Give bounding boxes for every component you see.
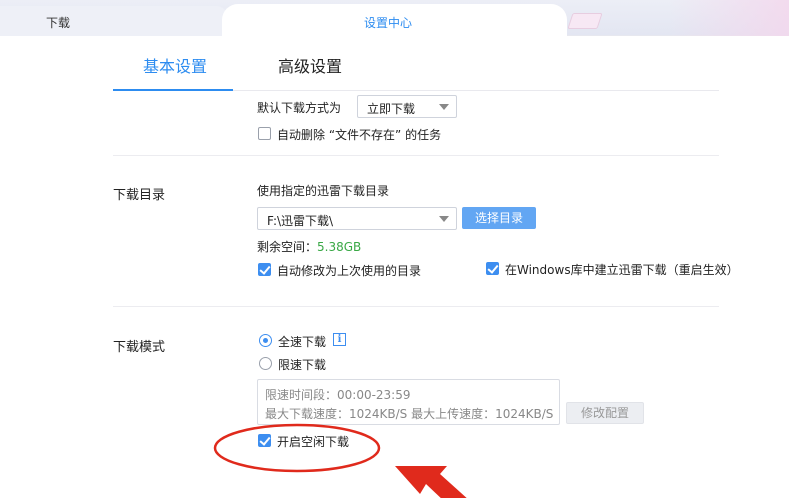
tab-basic-settings[interactable]: 基本设置 bbox=[143, 53, 207, 77]
new-tab-button[interactable] bbox=[567, 13, 603, 29]
use-dir-label: 使用指定的迅雷下载目录 bbox=[257, 184, 390, 198]
limited-speed-label: 限速下载 bbox=[278, 358, 327, 372]
section-divider bbox=[113, 155, 719, 156]
info-icon[interactable]: i bbox=[333, 333, 346, 346]
limit-speeds-text: 最大下载速度：1024KB/S 最大上传速度：1024KB/S bbox=[265, 407, 554, 421]
idle-download-checkbox[interactable] bbox=[258, 434, 271, 447]
limited-speed-radio[interactable] bbox=[259, 357, 272, 370]
auto-delete-label: 自动删除 “文件不存在” 的任务 bbox=[277, 128, 442, 142]
free-space-text: 剩余空间：5.38GB bbox=[257, 238, 361, 255]
download-path-value: F:\迅雷下载\ bbox=[267, 214, 334, 228]
section-divider bbox=[113, 306, 719, 307]
download-mode-section-label: 下载模式 bbox=[113, 340, 166, 355]
tab-strip: 下载 设置中心 bbox=[0, 0, 789, 37]
chevron-down-icon bbox=[439, 216, 449, 222]
default-download-label: 默认下载方式为 bbox=[257, 101, 342, 115]
default-download-select[interactable]: 立即下载 bbox=[357, 95, 457, 118]
auto-modify-dir-label: 自动修改为上次使用的目录 bbox=[277, 264, 422, 278]
auto-modify-dir-checkbox[interactable] bbox=[258, 263, 271, 276]
active-tab-indicator bbox=[113, 89, 233, 91]
full-speed-radio[interactable] bbox=[259, 334, 272, 347]
free-space-label: 剩余空间： bbox=[257, 240, 318, 254]
tab-downloads[interactable]: 下载 bbox=[0, 6, 228, 36]
windows-library-checkbox[interactable] bbox=[486, 262, 499, 275]
settings-tab-bar: 基本设置 高级设置 bbox=[0, 37, 789, 93]
tab-strip-decoration bbox=[669, 0, 789, 36]
free-space-value: 5.38GB bbox=[317, 240, 362, 254]
default-download-select-value: 立即下载 bbox=[367, 102, 416, 116]
download-dir-section-label: 下载目录 bbox=[113, 188, 166, 203]
tab-settings-center[interactable]: 设置中心 bbox=[222, 4, 567, 37]
modify-config-button[interactable]: 修改配置 bbox=[566, 402, 644, 424]
choose-dir-button[interactable]: 选择目录 bbox=[462, 207, 536, 229]
idle-download-label: 开启空闲下载 bbox=[277, 435, 350, 449]
full-speed-label: 全速下载 bbox=[278, 335, 327, 349]
tab-advanced-settings[interactable]: 高级设置 bbox=[278, 53, 342, 77]
speed-limit-info-box: 限速时间段：00:00-23:59 最大下载速度：1024KB/S 最大上传速度… bbox=[257, 379, 560, 425]
windows-library-label: 在Windows库中建立迅雷下载（重启生效） bbox=[505, 263, 739, 277]
auto-delete-checkbox[interactable] bbox=[258, 127, 271, 140]
tab-settings-center-label: 设置中心 bbox=[364, 16, 413, 30]
chevron-down-icon bbox=[439, 104, 449, 110]
limit-period-text: 限速时间段：00:00-23:59 bbox=[265, 388, 411, 402]
tab-downloads-label: 下载 bbox=[46, 16, 71, 30]
download-path-select[interactable]: F:\迅雷下载\ bbox=[257, 207, 457, 230]
annotation-arrow bbox=[395, 466, 467, 498]
